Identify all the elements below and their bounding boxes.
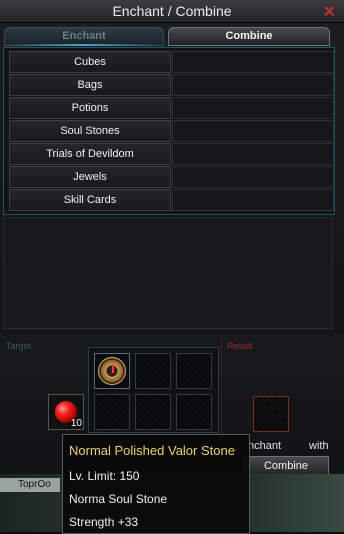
item-list-panel[interactable] [3,217,333,329]
category-skill-cards[interactable]: Skill Cards [9,189,171,211]
category-empty-slot[interactable] [172,166,334,188]
window-title: Enchant / Combine [112,3,232,19]
material-slot[interactable] [176,353,212,389]
tooltip-level-limit: Lv. Limit: 150 [69,469,140,483]
category-bags[interactable]: Bags [9,74,171,96]
combine-button[interactable]: Combine [243,456,329,476]
result-label: Result [227,341,253,351]
result-slot[interactable] [253,396,289,432]
category-cubes[interactable]: Cubes [9,51,171,73]
category-potions[interactable]: Potions [9,97,171,119]
tab-highlight [4,44,162,46]
category-empty-slot[interactable] [172,120,334,142]
with-label: with [309,440,329,452]
material-grid [88,347,219,433]
material-slot[interactable] [135,394,171,430]
category-soul-stones[interactable]: Soul Stones [9,120,171,142]
category-empty-slot[interactable] [172,74,334,96]
category-empty-slot[interactable] [172,143,334,165]
enchant-label: nchant [248,440,282,452]
category-list: Cubes Bags Potions Soul Stones Trials of… [3,47,335,215]
tooltip-title: Normal Polished Valor Stone [69,443,235,458]
target-slot[interactable]: 10 [48,394,84,430]
enchant-combine-window: Enchant / Combine ✕ Enchant Combine Cube… [0,0,344,534]
title-bar[interactable]: Enchant / Combine ✕ [0,0,344,23]
clock-icon [98,357,126,385]
tooltip-stat: Strength +33 [69,515,139,529]
category-empty-slot[interactable] [172,97,334,119]
item-tooltip: Normal Polished Valor Stone Lv. Limit: 1… [62,434,250,534]
material-slot[interactable] [94,394,130,430]
category-jewels[interactable]: Jewels [9,166,171,188]
tab-combine[interactable]: Combine [168,27,330,46]
close-icon[interactable]: ✕ [323,2,336,22]
target-label: Target [6,341,32,351]
category-empty-slot[interactable] [172,51,334,73]
category-trials-of-devildom[interactable]: Trials of Devildom [9,143,171,165]
tooltip-type: Norma Soul Stone [69,492,168,506]
material-slot[interactable] [94,353,130,389]
category-empty-slot[interactable] [172,189,334,211]
item-count: 10 [70,418,82,429]
material-slot[interactable] [176,394,212,430]
background-strip-text: ToprOo [18,479,51,490]
clock-hand [112,364,114,373]
material-slot[interactable] [135,353,171,389]
